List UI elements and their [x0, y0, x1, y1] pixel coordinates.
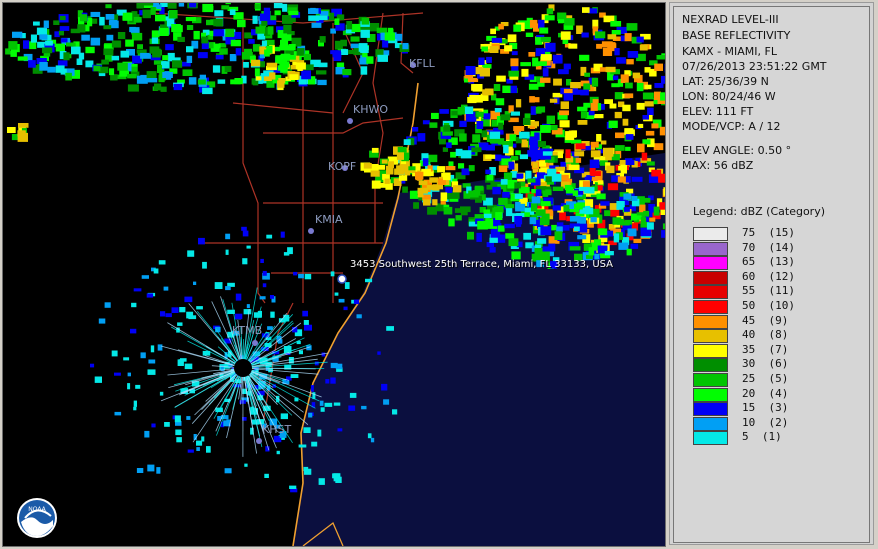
legend-label: 15 (3): [742, 401, 789, 415]
station-name: KAMX - MIAMI, FL: [682, 45, 777, 58]
legend-label: 35 (7): [742, 342, 789, 356]
station-marker-khst: [256, 438, 262, 444]
radar-map[interactable]: KFLL KHWO KOPF KMIA KTMB KHST 3453 South…: [2, 2, 666, 547]
legend-label: 30 (6): [742, 357, 789, 371]
location-pin: [337, 274, 347, 284]
legend-title: Legend: dBZ (Category): [693, 205, 825, 218]
max-reflectivity: MAX: 56 dBZ: [682, 159, 754, 172]
latitude: LAT: 25/36/39 N: [682, 75, 769, 88]
radar-image: [5, 3, 665, 546]
legend-swatch: [693, 300, 728, 314]
noaa-logo-text: NOAA: [28, 506, 46, 513]
legend-label: 50 (10): [742, 299, 795, 312]
station-label-kfll: KFLL: [409, 57, 435, 70]
mode-vcp: MODE/VCP: A / 12: [682, 120, 781, 133]
legend-swatch: [693, 241, 728, 256]
legend-label: 25 (5): [742, 372, 789, 385]
elevation: ELEV: 111 FT: [682, 105, 754, 118]
legend-label: 55 (11): [742, 284, 795, 298]
legend-label: 65 (13): [742, 255, 795, 269]
station-label-kmia: KMIA: [315, 213, 343, 226]
legend-swatch: [693, 285, 728, 300]
legend-swatch: [693, 416, 728, 431]
longitude: LON: 80/24/46 W: [682, 90, 776, 103]
station-label-ktmb: KTMB: [232, 324, 263, 337]
station-label-khst: KHST: [262, 423, 292, 436]
station-label-khwo: KHWO: [353, 103, 389, 116]
legend-label: 20 (4): [742, 386, 789, 400]
address-label: 3453 Southwest 25th Terrace, Miami, FL 3…: [350, 259, 614, 270]
noaa-logo: NOAA: [17, 498, 57, 538]
legend-swatch: [693, 402, 728, 417]
info-box: NEXRAD LEVEL-III BASE REFLECTIVITY KAMX …: [673, 6, 870, 543]
scan-datetime: 07/26/2013 23:51:22 GMT: [682, 60, 827, 73]
legend-label: 5 (1): [742, 430, 782, 444]
legend-label: 45 (9): [742, 313, 789, 327]
legend-swatch: [693, 431, 728, 446]
legend-swatch: [693, 256, 728, 271]
elevation-angle: ELEV ANGLE: 0.50 °: [682, 144, 792, 157]
station-marker-kmia: [308, 228, 314, 234]
legend-swatch: [693, 227, 728, 241]
info-panel: NEXRAD LEVEL-III BASE REFLECTIVITY KAMX …: [669, 2, 874, 545]
legend-swatch: [693, 358, 728, 373]
station-label-kopf: KOPF: [328, 160, 357, 173]
legend-label: 70 (14): [742, 240, 795, 254]
legend-swatch: [693, 270, 728, 285]
station-marker-khwo: [347, 118, 353, 124]
legend-swatch: [693, 343, 728, 358]
station-marker-ktmb: [252, 340, 258, 346]
legend-swatch: [693, 373, 728, 387]
legend-swatch: [693, 314, 728, 329]
legend-label: 10 (2): [742, 415, 789, 429]
legend-label: 75 (15): [742, 226, 795, 239]
legend-label: 60 (12): [742, 269, 795, 283]
product-type: BASE REFLECTIVITY: [682, 29, 791, 42]
legend-swatch: [693, 387, 728, 402]
legend-swatch: [693, 329, 728, 344]
product-label: NEXRAD LEVEL-III: [682, 13, 779, 26]
legend-label: 40 (8): [742, 328, 789, 342]
